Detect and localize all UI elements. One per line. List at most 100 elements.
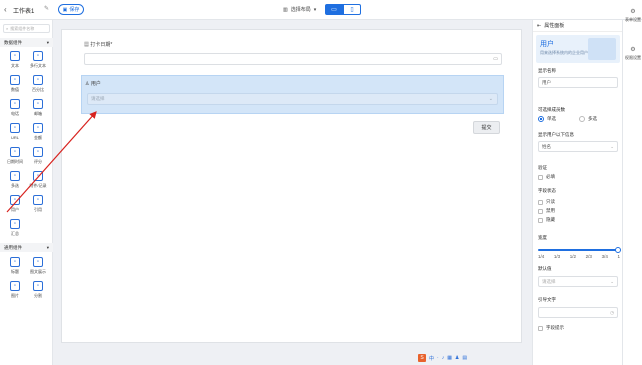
banner-desc: 用来选择系统内的企业用户 <box>540 50 588 55</box>
calendar-icon: ▦ <box>84 42 90 48</box>
width-tick: 1/3 <box>553 254 561 259</box>
layout-label: 选择布局 <box>290 7 311 13</box>
hint-label: 引导文字 <box>538 297 556 302</box>
component-datetime[interactable]: ▫ 日期时间 <box>3 145 27 167</box>
save-icon: ▣ <box>62 6 68 13</box>
status-option[interactable]: 隐藏 <box>538 217 555 223</box>
chevron-down-icon: ▾ <box>313 6 317 13</box>
permission-settings-tab[interactable]: ⚙ 权限设置 <box>623 46 642 61</box>
width-tick: 1/2 <box>569 254 577 259</box>
tool-item[interactable]: S <box>418 354 426 362</box>
user-field-selected[interactable]: ♙ 用户 请选择 ⌄ <box>81 75 504 114</box>
component-phone[interactable]: ▫ 电话 <box>3 97 27 119</box>
component-label: 多行文本 <box>30 63 46 68</box>
width-tick: 1/4 <box>538 254 545 259</box>
component-label: 金额 <box>34 135 42 140</box>
search-icon: ⌕ <box>6 26 9 31</box>
width-label: 宽度 <box>538 235 547 240</box>
component-reference[interactable]: ▫ 引用 <box>26 193 50 215</box>
edit-title-icon[interactable]: ✎ <box>44 5 49 12</box>
chevron-down-icon: ⌄ <box>488 96 493 102</box>
date-field-input[interactable]: ▭ <box>84 53 502 65</box>
scope-select[interactable]: 姓名 ⌄ <box>538 141 618 152</box>
component-user[interactable]: ▫ 用户 <box>3 193 27 215</box>
chevron-down-icon: ▾ <box>46 39 49 45</box>
device-pc-button[interactable]: ▭ <box>325 4 343 15</box>
component-heading[interactable]: ▫ 标题 <box>3 255 27 277</box>
component-search-input[interactable]: ⌕ 搜索组件名称 <box>3 24 50 33</box>
verify-label: 验证 <box>538 165 547 170</box>
width-tick: 1 <box>617 254 620 259</box>
status-option[interactable]: 禁用 <box>538 208 555 214</box>
component-rating[interactable]: ▫ 评分 <box>26 145 50 167</box>
attachment-icon: ▫ <box>33 171 43 181</box>
component-money[interactable]: ▫ 金额 <box>26 121 50 143</box>
component-label: 数值 <box>11 87 19 92</box>
layout-select[interactable]: ▥ 选择布局 ▾ <box>283 6 317 14</box>
component-label: 图文展示 <box>30 269 46 274</box>
data-group-label: 数据组件 <box>4 39 22 45</box>
component-label: 用户 <box>11 207 19 212</box>
reference-icon: ▫ <box>33 195 43 205</box>
common-group-label: 通用组件 <box>4 244 22 250</box>
radio-multi[interactable]: 多选 <box>579 116 597 122</box>
user-field-label: ♙ 用户 <box>85 81 101 87</box>
component-label: 邮箱 <box>34 111 42 116</box>
form-title[interactable]: 工作表1 <box>13 6 34 15</box>
component-label: 汇总 <box>11 231 19 236</box>
hint-input[interactable]: ◷ <box>538 307 618 318</box>
tool-item[interactable]: · <box>437 355 439 361</box>
component-divider[interactable]: ▫ 分割 <box>26 279 50 301</box>
tool-item[interactable]: ▤ <box>462 355 467 361</box>
collapse-icon[interactable]: ⇤ <box>537 23 541 29</box>
user-select-input[interactable]: 请选择 ⌄ <box>87 93 498 105</box>
component-label: 文本 <box>11 63 19 68</box>
component-multi-select[interactable]: ▫ 多选 <box>3 169 27 191</box>
tool-item[interactable]: ▦ <box>447 355 452 361</box>
banner-illustration <box>588 38 616 60</box>
tooltip-checkbox[interactable]: 字段提示 <box>538 325 564 331</box>
save-label: 保存 <box>69 7 80 13</box>
submit-button[interactable]: 提交 <box>473 121 500 134</box>
component-image[interactable]: ▫ 图片 <box>3 279 27 301</box>
property-panel-header: ⇤ 属性面板 <box>533 20 623 32</box>
data-group-header[interactable]: 数据组件 ▾ <box>0 38 53 47</box>
radio-dot <box>538 116 544 122</box>
chevron-left-icon[interactable]: ‹ <box>4 5 7 14</box>
component-panel: ⌕ 搜索组件名称 数据组件 ▾ ▫ 文本 ▫ 多行文本 ▫ 数值 ▫ 百分比 ▫ 电话 ▫ 邮箱 ▫ UR… <box>0 20 53 365</box>
component-attachment[interactable]: ▫ 附件/记录 <box>26 169 50 191</box>
component-percent[interactable]: ▫ 百分比 <box>26 73 50 95</box>
slider-handle[interactable] <box>615 247 621 253</box>
width-slider[interactable] <box>538 247 621 253</box>
component-label: 电话 <box>11 111 19 116</box>
tool-item[interactable]: ♟ <box>455 355 459 361</box>
component-link[interactable]: ▫ URL <box>3 121 27 143</box>
common-group-header[interactable]: 通用组件 ▾ <box>0 243 53 252</box>
default-label: 默认值 <box>538 266 552 271</box>
money-icon: ▫ <box>33 123 43 133</box>
component-number[interactable]: ▫ 数值 <box>3 73 27 95</box>
save-button[interactable]: ▣ 保存 <box>58 4 84 15</box>
tool-item[interactable]: 中 <box>429 355 434 362</box>
component-summary[interactable]: ▫ 汇总 <box>3 217 27 239</box>
status-option[interactable]: 只读 <box>538 199 555 205</box>
banner-title: 用户 <box>540 41 554 48</box>
form-canvas: ▦ 打卡日期* ▭ ♙ 用户 请选择 ⌄ 提交 <box>61 29 522 343</box>
device-mobile-button[interactable]: ▯ <box>343 4 361 15</box>
tool-item[interactable]: ♪ <box>442 355 445 361</box>
radio-single[interactable]: 单选 <box>538 116 556 122</box>
component-image-text[interactable]: ▫ 图文展示 <box>26 255 50 277</box>
component-text[interactable]: ▫ 文本 <box>3 49 27 71</box>
scope-label: 显示用户以下信息 <box>538 132 574 137</box>
component-label: 图片 <box>11 293 19 298</box>
default-select[interactable]: 请选择 ⌄ <box>538 276 618 287</box>
component-email[interactable]: ▫ 邮箱 <box>26 97 50 119</box>
form-settings-tab[interactable]: ⚙ 表单设置 <box>623 8 642 23</box>
select-count-label: 可选择成员数 <box>538 107 565 112</box>
component-multiline-text[interactable]: ▫ 多行文本 <box>26 49 50 71</box>
required-checkbox[interactable]: 必填 <box>538 174 555 180</box>
component-label: 多选 <box>11 183 19 188</box>
calendar-icon: ▭ <box>493 56 498 62</box>
display-name-input[interactable]: 用户 <box>538 77 618 88</box>
component-label: 百分比 <box>32 87 44 92</box>
